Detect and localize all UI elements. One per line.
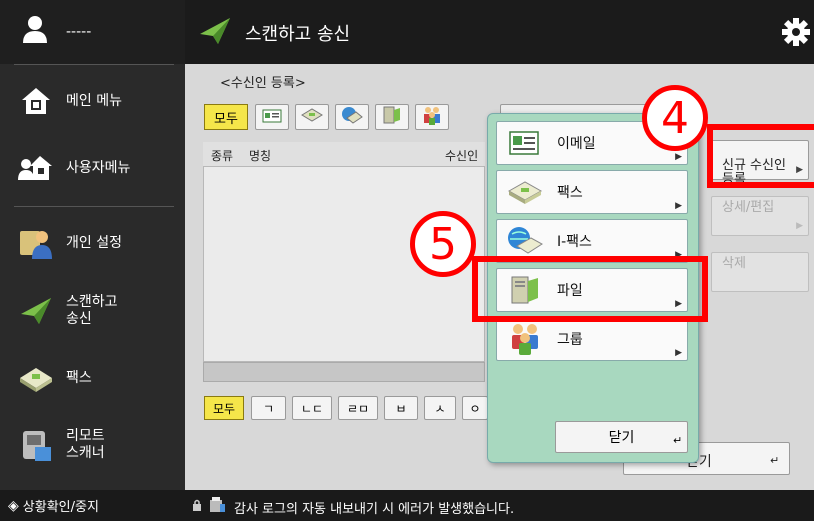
sidebar-item-label: 스캔하고 송신 bbox=[66, 294, 118, 327]
address-card-icon bbox=[262, 108, 282, 127]
column-type: 종류 bbox=[211, 149, 234, 163]
remote-scanner-icon bbox=[18, 427, 54, 463]
divider bbox=[14, 206, 174, 207]
diamond-icon: ◈ bbox=[8, 497, 19, 514]
sidebar-item-label: 사용자메뉴 bbox=[66, 159, 131, 176]
sidebar-item-personal-settings[interactable]: 개인 설정 bbox=[0, 208, 185, 278]
close-label: 닫기 bbox=[608, 430, 635, 446]
sidebar-item-main-menu[interactable]: 메인 메뉴 bbox=[0, 66, 185, 136]
filter-all-button[interactable]: 모두 bbox=[204, 104, 248, 130]
popup-item-fax[interactable]: 팩스 ▶ bbox=[496, 170, 688, 214]
lock-icon bbox=[192, 498, 202, 516]
divider bbox=[14, 64, 174, 65]
index-button[interactable]: ㄴㄷ bbox=[292, 396, 332, 420]
index-button[interactable]: ㄱ bbox=[251, 396, 286, 420]
highlight-box-new-destination bbox=[707, 124, 814, 188]
return-arrow-icon: ↵ bbox=[770, 454, 780, 467]
home-icon bbox=[18, 83, 54, 119]
status-monitor-label: 상황확인/중지 bbox=[22, 500, 99, 515]
delete-button[interactable]: 삭제 bbox=[711, 252, 809, 292]
screen-subtitle: <수신인 등록> bbox=[220, 76, 306, 91]
return-arrow-icon: ↵ bbox=[673, 434, 683, 447]
sidebar-item-label: 리모트 스캐너 bbox=[66, 428, 105, 461]
file-server-icon bbox=[382, 105, 402, 129]
personal-settings-icon bbox=[18, 225, 54, 261]
group-icon bbox=[421, 105, 443, 129]
filter-ifax-button[interactable] bbox=[335, 104, 369, 130]
user-name: ----- bbox=[66, 24, 92, 40]
sidebar-item-label: 개인 설정 bbox=[66, 234, 122, 251]
popup-item-group[interactable]: 그룹 ▶ bbox=[496, 317, 688, 361]
sidebar-item-fax[interactable]: 팩스 bbox=[0, 343, 185, 413]
filter-file-button[interactable] bbox=[375, 104, 409, 130]
sidebar-item-label: 메인 메뉴 bbox=[66, 92, 122, 109]
highlight-box-file bbox=[472, 256, 708, 322]
filter-group-button[interactable] bbox=[415, 104, 449, 130]
user-home-icon bbox=[18, 150, 54, 186]
list-header: 종류 명칭 수신인 bbox=[203, 142, 485, 166]
arrow-icon: ▶ bbox=[675, 348, 682, 358]
index-button[interactable]: ㅂ bbox=[384, 396, 418, 420]
fax-icon bbox=[18, 360, 54, 396]
column-destination: 수신인 bbox=[445, 149, 479, 163]
step-5-badge: 5 bbox=[410, 211, 476, 277]
popup-item-label: 그룹 bbox=[557, 332, 583, 348]
device-icon bbox=[208, 496, 226, 518]
filter-email-button[interactable] bbox=[255, 104, 289, 130]
index-button[interactable]: ㅇ bbox=[462, 396, 488, 420]
arrow-icon: ▶ bbox=[796, 221, 803, 231]
filter-fax-button[interactable] bbox=[295, 104, 329, 130]
step-4-badge: 4 bbox=[642, 85, 708, 151]
status-monitor-button[interactable]: ◈ 상황확인/중지 bbox=[0, 490, 185, 521]
status-bar: ◈ 상황확인/중지 감사 로그의 자동 내보내기 시 에러가 발생했습니다. bbox=[0, 490, 814, 521]
page-title: 스캔하고 송신 bbox=[245, 24, 351, 45]
sidebar-item-remote-scanner[interactable]: 리모트 스캐너 bbox=[0, 410, 185, 480]
sidebar-item-scan-send[interactable]: 스캔하고 송신 bbox=[0, 276, 185, 346]
index-button[interactable]: ㅅ bbox=[424, 396, 456, 420]
detail-edit-button[interactable]: 상세/편집 ▶ bbox=[711, 196, 809, 236]
popup-item-label: 팩스 bbox=[557, 185, 583, 201]
globe-fax-icon bbox=[341, 106, 363, 128]
group-icon bbox=[507, 321, 543, 357]
paper-plane-icon bbox=[198, 16, 232, 50]
email-icon bbox=[507, 125, 543, 161]
arrow-icon: ▶ bbox=[675, 152, 682, 162]
status-message: 감사 로그의 자동 내보내기 시 에러가 발생했습니다. bbox=[234, 502, 515, 517]
detail-edit-label: 상세/편집 bbox=[722, 200, 775, 215]
sidebar: ----- 메인 메뉴 사용자메뉴 개인 설정 스캔하고 송신 팩스 리모트 스… bbox=[0, 0, 185, 490]
globe-fax-icon bbox=[507, 223, 543, 259]
column-name: 명칭 bbox=[249, 149, 272, 163]
index-all-button[interactable]: 모두 bbox=[204, 396, 244, 420]
popup-item-label: 이메일 bbox=[557, 136, 596, 152]
user-icon bbox=[22, 14, 48, 48]
list-scrollbar[interactable] bbox=[203, 362, 485, 382]
fax-icon bbox=[507, 174, 543, 210]
sidebar-item-user-menu[interactable]: 사용자메뉴 bbox=[0, 133, 185, 203]
user-area[interactable]: ----- bbox=[0, 0, 185, 64]
index-button[interactable]: ㄹㅁ bbox=[338, 396, 378, 420]
paper-plane-icon bbox=[18, 293, 54, 329]
sidebar-item-label: 팩스 bbox=[66, 369, 92, 386]
popup-close-button[interactable]: 닫기 ↵ bbox=[555, 421, 688, 453]
popup-item-label: I-팩스 bbox=[557, 234, 592, 250]
arrow-icon: ▶ bbox=[675, 201, 682, 211]
gear-icon[interactable] bbox=[781, 17, 811, 51]
fax-icon bbox=[301, 107, 323, 127]
